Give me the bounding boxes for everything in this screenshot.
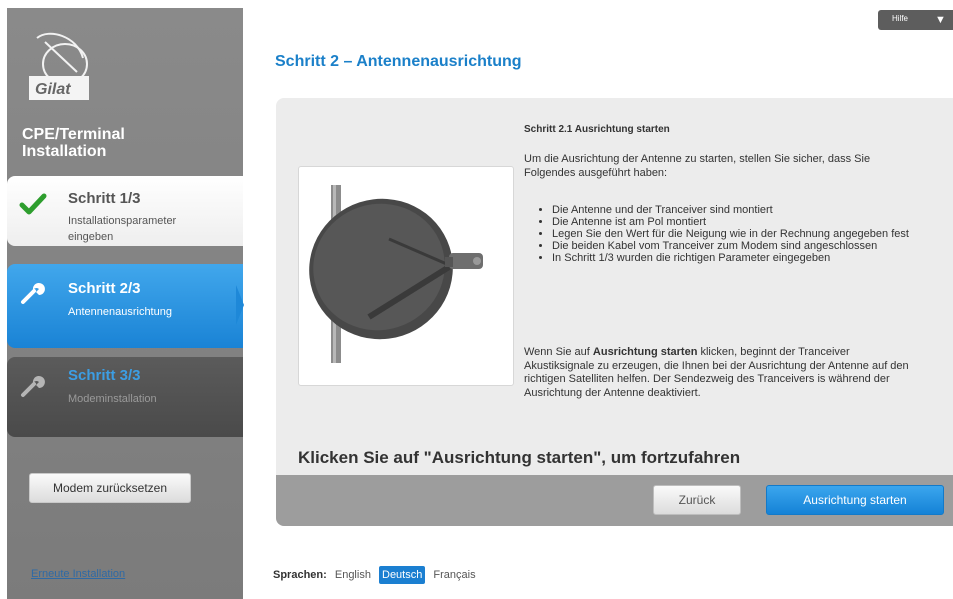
wrench-icon: [19, 371, 47, 399]
sidebar-step-3[interactable]: Schritt 3/3 Modeminstallation: [7, 357, 243, 437]
reinstall-link[interactable]: Erneute Installation: [31, 568, 125, 580]
help-button[interactable]: Hilfe ▼: [878, 10, 953, 30]
step-2-title: Schritt 2/3: [68, 280, 141, 297]
app-title-line1: CPE/Terminal: [22, 126, 125, 143]
list-item: Die Antenne ist am Pol montiert: [552, 216, 912, 228]
step-1-subtitle-line1: Installationsparameter: [68, 215, 177, 227]
language-bar: Sprachen: English Deutsch Français: [273, 566, 479, 584]
language-label: Sprachen:: [273, 569, 327, 581]
app-title: CPE/Terminal Installation: [22, 126, 232, 160]
content-panel: Schritt 2.1 Ausrichtung starten Um die A…: [276, 98, 953, 526]
app-title-line2: Installation: [22, 143, 107, 160]
help-label: Hilfe: [892, 14, 909, 23]
outro-bold: Ausrichtung starten: [592, 346, 698, 358]
step-1-title: Schritt 1/3: [68, 190, 141, 207]
step-3-subtitle: Modeminstallation: [68, 393, 157, 405]
checklist: Die Antenne und der Tranceiver sind mont…: [538, 204, 912, 264]
antenna-image: [298, 166, 514, 386]
reset-modem-button[interactable]: Modem zurücksetzen: [29, 473, 191, 503]
check-icon: [19, 190, 47, 218]
start-alignment-button[interactable]: Ausrichtung starten: [766, 485, 944, 515]
outro-text: Wenn Sie auf Ausrichtung starten klicken…: [524, 346, 914, 400]
back-button[interactable]: Zurück: [653, 485, 741, 515]
triangle-down-icon: ▼: [935, 14, 946, 26]
list-item: Legen Sie den Wert für die Neigung wie i…: [552, 228, 912, 240]
step-2-subtitle: Antennenausrichtung: [68, 306, 172, 318]
list-item: In Schritt 1/3 wurden die richtigen Para…: [552, 252, 912, 264]
step-1-subtitle: Installationsparameter eingeben: [68, 213, 228, 245]
intro-text: Um die Ausrichtung der Antenne zu starte…: [524, 153, 871, 179]
outro-prefix: Wenn Sie auf: [524, 346, 593, 358]
sidebar-step-2[interactable]: Schritt 2/3 Antennenausrichtung: [7, 264, 243, 348]
active-step-pointer: [236, 285, 244, 325]
language-francais[interactable]: Français: [430, 566, 478, 584]
language-english[interactable]: English: [332, 566, 374, 584]
page-title: Schritt 2 – Antennenausrichtung: [275, 53, 522, 70]
action-bar: Zurück Ausrichtung starten: [276, 475, 953, 526]
wrench-icon: [19, 278, 47, 306]
call-to-action: Klicken Sie auf "Ausrichtung starten", u…: [298, 448, 741, 467]
step-1-subtitle-line2: eingeben: [68, 231, 114, 243]
sidebar-step-1[interactable]: Schritt 1/3 Installationsparameter einge…: [7, 176, 243, 246]
section-title: Schritt 2.1 Ausrichtung starten: [524, 124, 670, 135]
list-item: Die beiden Kabel vom Tranceiver zum Mode…: [552, 240, 912, 252]
step-3-title: Schritt 3/3: [68, 367, 141, 384]
logo-text: Gilat: [35, 81, 71, 98]
gilat-logo: Gilat: [29, 26, 109, 104]
list-item: Die Antenne und der Tranceiver sind mont…: [552, 204, 912, 216]
language-deutsch[interactable]: Deutsch: [379, 566, 426, 584]
